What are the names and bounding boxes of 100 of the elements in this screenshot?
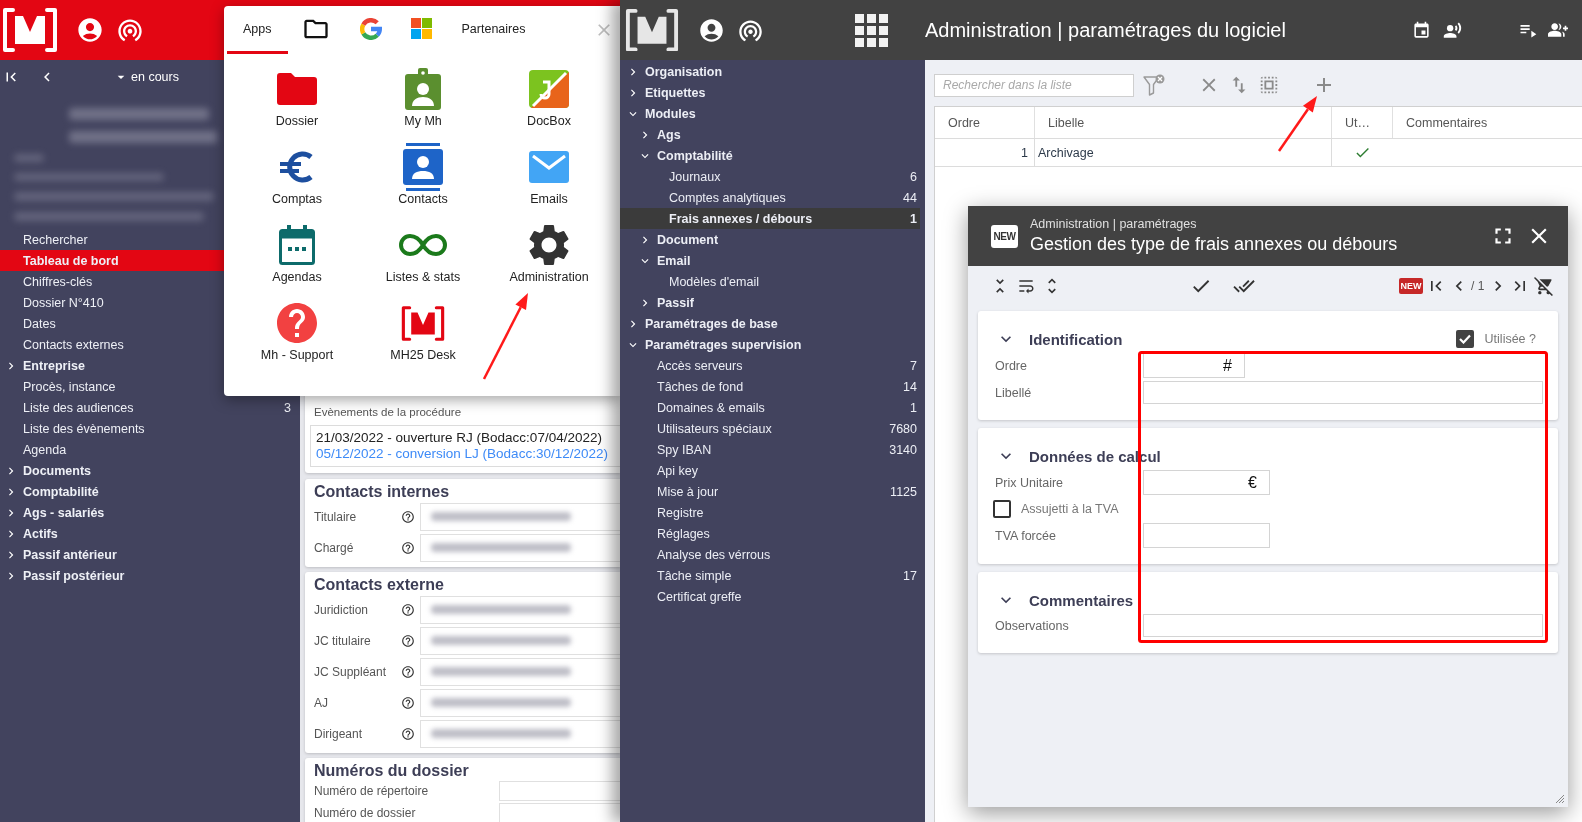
value-field[interactable] (420, 657, 620, 686)
status-dropdown[interactable]: en cours (113, 69, 179, 85)
tree-item[interactable]: Paramétrages de base (620, 313, 920, 334)
menu-item[interactable]: Agenda (0, 439, 300, 460)
tree-item[interactable]: Tâche simple 17 (620, 565, 920, 586)
app-launcher[interactable]: Listes & stats (360, 223, 486, 285)
tab[interactable]: Partenaires (445, 6, 542, 54)
search-field[interactable]: Rechercher dans la liste (934, 73, 1134, 97)
tree-item[interactable]: Tâches de fond 14 (620, 376, 920, 397)
app-launcher[interactable]: Administration (486, 223, 612, 285)
help-icon[interactable] (401, 664, 415, 679)
value-field[interactable] (499, 781, 620, 801)
input-field[interactable]: # (1143, 353, 1245, 378)
tree-item[interactable]: Mise à jour 1125 (620, 481, 920, 502)
input-field[interactable] (1143, 614, 1543, 637)
help-icon[interactable] (401, 726, 415, 741)
tree-item[interactable]: Comptes analytiques 44 (620, 187, 920, 208)
help-icon[interactable] (401, 540, 415, 555)
field-label: Numéro de répertoire (314, 784, 430, 798)
calendar-icon[interactable] (1412, 20, 1431, 40)
account-icon[interactable] (698, 16, 725, 44)
tree-item[interactable]: Certificat greffe (620, 586, 920, 607)
app-launcher[interactable]: MH25 Desk (360, 301, 486, 363)
menu-item[interactable]: Documents (0, 460, 300, 481)
tree-item[interactable]: Frais annexes / débours 1 (620, 208, 920, 229)
input-field[interactable]: € (1143, 470, 1270, 495)
tree-item[interactable]: Utilisateurs spéciaux 7680 (620, 418, 920, 439)
field-label: TVA forcée (995, 528, 1057, 543)
app-launcher[interactable]: Comptas (234, 145, 360, 207)
person-speaking-icon[interactable] (1443, 20, 1462, 40)
tree-item[interactable]: Modèles d'email (620, 271, 920, 292)
app-launcher[interactable]: Mh - Support (234, 301, 360, 363)
input-field[interactable] (1143, 523, 1270, 548)
account-icon[interactable] (76, 16, 104, 44)
value-field[interactable] (420, 595, 620, 624)
input-field[interactable] (1143, 381, 1543, 404)
menu-item[interactable]: Actifs (0, 523, 300, 544)
app-launcher[interactable]: Contacts (360, 145, 486, 207)
tree-item[interactable]: Api key (620, 460, 920, 481)
new-button[interactable]: NEW (1399, 278, 1423, 294)
value-field[interactable] (420, 626, 620, 655)
tree-item[interactable]: Ags (620, 124, 920, 145)
folder-icon (277, 73, 317, 105)
event-entry: 21/03/2022 - ouverture RJ (Bodacc:07/04/2022) (316, 430, 602, 446)
app-launcher[interactable]: Dossier (234, 67, 360, 129)
value-field[interactable] (420, 688, 620, 717)
menu-item[interactable]: Liste des évènements (0, 418, 300, 439)
help-icon[interactable] (401, 633, 415, 648)
tree-item[interactable]: Document (620, 229, 920, 250)
tree-item[interactable]: Email (620, 250, 920, 271)
tab[interactable]: Apps (227, 6, 288, 54)
unit-label: € (1248, 473, 1257, 492)
value-field[interactable] (420, 502, 620, 531)
menu-item[interactable]: Passif postérieur (0, 565, 300, 586)
cart-off-icon[interactable] (1534, 276, 1555, 296)
value-field[interactable] (420, 719, 620, 748)
menu-item[interactable]: Ags - salariés (0, 502, 300, 523)
tree-item[interactable]: Réglages (620, 523, 920, 544)
help-icon[interactable] (401, 695, 415, 710)
table-cell: Archivage (1035, 139, 1332, 166)
app-logo[interactable] (2, 8, 58, 52)
tree-item[interactable]: Accès serveurs 7 (620, 355, 920, 376)
column-header[interactable]: Commentaires (1393, 107, 1582, 138)
table-cell: 1 (935, 139, 1035, 166)
tile-logo-icon (529, 70, 569, 108)
column-header[interactable]: Ordre (935, 107, 1035, 138)
apps-grid-icon[interactable] (855, 13, 888, 47)
tree-item[interactable]: Journaux 6 (620, 166, 920, 187)
g-logo-icon (359, 17, 382, 40)
tree-item[interactable]: Domaines & emails 1 (620, 397, 920, 418)
tree-item[interactable]: Spy IBAN 3140 (620, 439, 920, 460)
event-link[interactable]: 05/12/2022 - conversion LJ (Bodacc:30/12/2022) (316, 446, 608, 462)
tree-item[interactable]: Analyse des vérrous (620, 544, 920, 565)
item-count: 7680 (889, 421, 917, 436)
select-all-icon[interactable] (1258, 74, 1280, 96)
tree-item[interactable]: Comptabilité (620, 145, 920, 166)
tree-item[interactable]: Etiquettes (620, 82, 920, 103)
tree-item[interactable]: Modules (620, 103, 920, 124)
help-icon[interactable] (401, 509, 415, 524)
add-group-icon[interactable] (1548, 20, 1568, 40)
tree-item[interactable]: Registre (620, 502, 920, 523)
field-label: Prix Unitaire (995, 475, 1065, 490)
app-launcher[interactable]: Emails (486, 145, 612, 207)
value-field[interactable] (499, 803, 620, 822)
tree-item[interactable]: Organisation (620, 61, 920, 82)
tree-item[interactable]: Paramétrages supervision (620, 334, 920, 355)
app-launcher[interactable]: DocBox (486, 67, 612, 129)
help-icon[interactable] (401, 602, 415, 617)
menu-item[interactable]: Comptabilité (0, 481, 300, 502)
resize-grip-icon[interactable] (1555, 794, 1565, 804)
menu-item[interactable]: Liste des audiences 3 (0, 397, 300, 418)
tree-item[interactable]: Passif (620, 292, 920, 313)
column-header[interactable]: Ut… (1332, 107, 1393, 138)
checkbox[interactable] (993, 500, 1011, 518)
checkbox[interactable] (1455, 330, 1474, 348)
app-logo[interactable] (625, 8, 679, 52)
menu-item[interactable]: Passif antérieur (0, 544, 300, 565)
value-field[interactable] (420, 533, 620, 562)
field-label: Juridiction (314, 602, 370, 617)
app-launcher[interactable]: My Mh (360, 67, 486, 129)
